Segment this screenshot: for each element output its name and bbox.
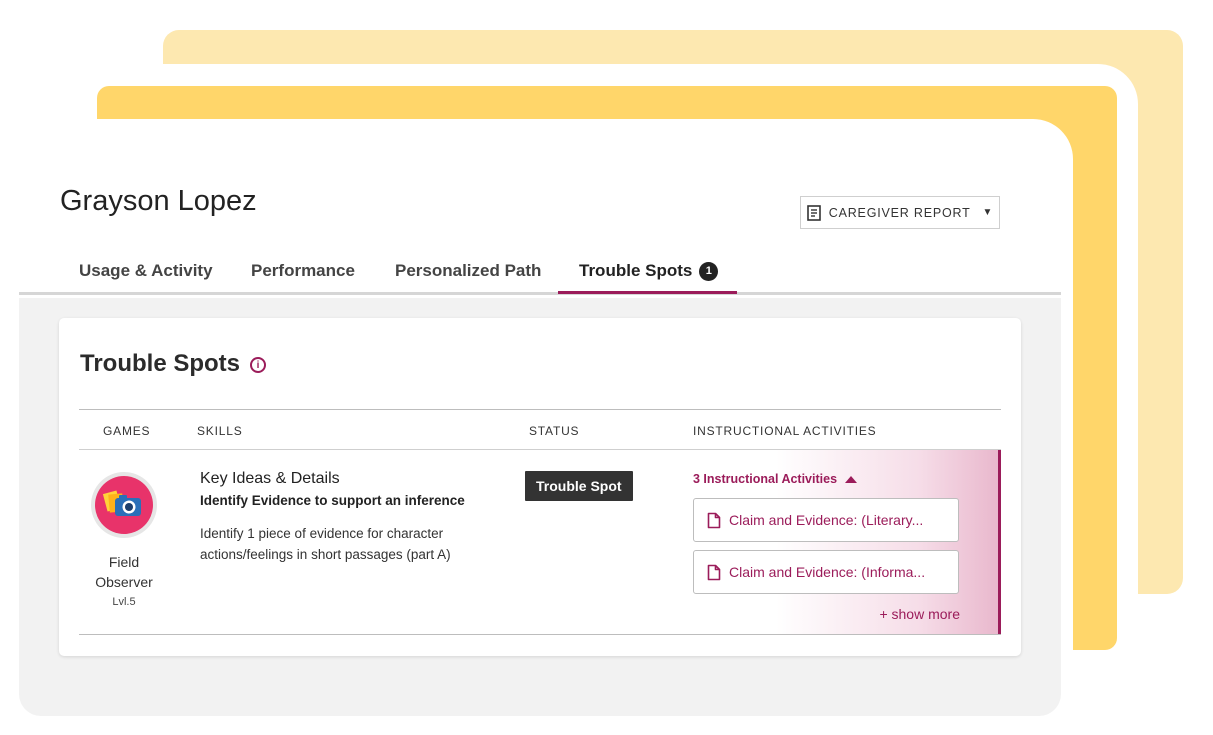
tab-bar: Usage & Activity Performance Personalize…	[19, 247, 1061, 295]
activities-toggle-label: 3 Instructional Activities	[693, 472, 838, 486]
game-avatar	[91, 472, 157, 538]
activity-link[interactable]: Claim and Evidence: (Informa...	[693, 550, 959, 594]
chevron-up-icon	[845, 475, 858, 483]
report-window: Grayson Lopez CAREGIVER REPORT ▼ Usage &…	[19, 119, 1061, 716]
column-header-skills: SKILLS	[197, 424, 243, 438]
camera-icon	[95, 476, 153, 534]
panel-title: Trouble Spots i	[80, 350, 267, 378]
instructional-activities-cell: 3 Instructional Activities Claim and Evi…	[681, 450, 1001, 634]
active-tab-indicator	[558, 291, 737, 294]
column-header-activities: INSTRUCTIONAL ACTIVITIES	[693, 424, 877, 438]
chevron-down-icon: ▼	[982, 207, 994, 218]
activity-label: Claim and Evidence: (Informa...	[729, 564, 926, 580]
column-header-status: STATUS	[529, 424, 580, 438]
panel-title-text: Trouble Spots	[80, 350, 241, 377]
tab-label: Personalized Path	[395, 261, 542, 280]
tab-usage-activity[interactable]: Usage & Activity	[79, 247, 213, 295]
divider	[79, 409, 1001, 410]
info-icon[interactable]: i	[250, 357, 267, 373]
caregiver-report-button[interactable]: CAREGIVER REPORT ▼	[800, 196, 1000, 229]
tab-performance[interactable]: Performance	[251, 247, 355, 295]
show-more-link[interactable]: + show more	[879, 606, 960, 622]
tab-label: Performance	[251, 261, 355, 280]
tab-label: Trouble Spots	[579, 261, 693, 280]
caregiver-report-label: CAREGIVER REPORT	[828, 205, 971, 220]
skill-description: Identify 1 piece of evidence for charact…	[200, 526, 451, 562]
tab-label: Usage & Activity	[79, 261, 213, 280]
skill-title: Identify Evidence to support an inferenc…	[200, 493, 465, 508]
content-area: Trouble Spots i GAMES SKILLS STATUS INST…	[19, 298, 1061, 716]
file-icon	[707, 564, 721, 580]
count-badge: 1	[699, 261, 719, 281]
skill-category: Key Ideas & Details	[200, 470, 340, 487]
activity-label: Claim and Evidence: (Literary...	[729, 512, 924, 528]
document-icon	[806, 204, 821, 221]
status-badge: Trouble Spot	[525, 471, 633, 501]
tab-personalized-path[interactable]: Personalized Path	[395, 247, 541, 295]
tab-trouble-spots[interactable]: Trouble Spots 1	[579, 247, 719, 295]
activity-link[interactable]: Claim and Evidence: (Literary...	[693, 498, 959, 542]
file-icon	[707, 512, 721, 528]
game-name: Field Observer	[95, 554, 153, 590]
column-header-games: GAMES	[103, 424, 151, 438]
game-level: Lvl.5	[112, 596, 136, 608]
activities-toggle[interactable]: 3 Instructional Activities	[693, 472, 858, 486]
student-name: Grayson Lopez	[60, 185, 257, 217]
divider	[79, 634, 1001, 635]
trouble-spots-panel: Trouble Spots i GAMES SKILLS STATUS INST…	[59, 318, 1021, 656]
